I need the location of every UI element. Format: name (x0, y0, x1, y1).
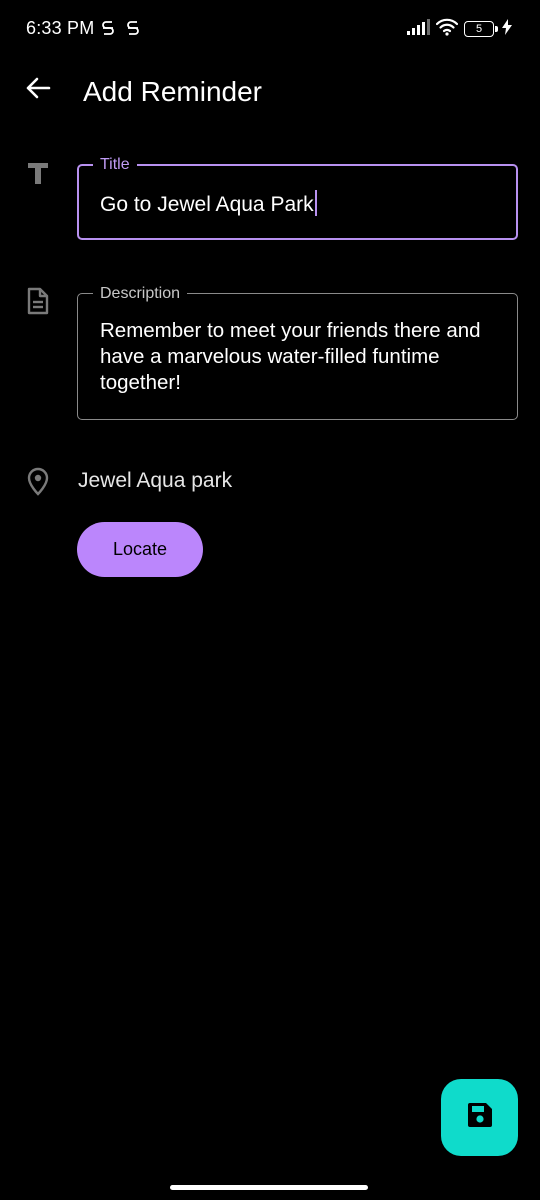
notification-s-icon (101, 19, 115, 37)
gesture-navigation-bar[interactable] (170, 1185, 368, 1190)
signal-icon (406, 18, 430, 40)
charging-bolt-icon (502, 18, 512, 40)
title-field[interactable]: Title Go to Jewel Aqua Park (77, 155, 518, 240)
description-field-label: Description (93, 284, 188, 304)
notification-s-icon (126, 19, 140, 37)
locate-button[interactable]: Locate (77, 522, 203, 577)
status-indicators: 5 (406, 18, 512, 40)
battery-level: 5 (475, 23, 483, 35)
description-field[interactable]: Description Remember to meet your friend… (77, 284, 518, 420)
status-bar: 6:33 PM 5 (0, 0, 540, 58)
location-pin-icon (22, 466, 54, 498)
wifi-icon (435, 18, 459, 41)
title-field-label: Title (93, 155, 137, 175)
status-time: 6:33 PM (26, 18, 95, 38)
title-t-icon (22, 157, 54, 189)
arrow-left-icon (25, 77, 51, 104)
text-cursor (314, 190, 317, 216)
back-button[interactable] (20, 72, 56, 108)
description-input[interactable]: Remember to meet your friends there and … (100, 318, 500, 396)
title-input-value: Go to Jewel Aqua Park (100, 193, 314, 216)
page-title: Add Reminder (83, 76, 262, 107)
battery-icon: 5 (464, 21, 498, 37)
location-value: Jewel Aqua park (78, 469, 233, 492)
document-icon (22, 285, 54, 317)
save-fab-button[interactable] (441, 1079, 518, 1156)
save-icon (466, 1101, 494, 1134)
title-input[interactable]: Go to Jewel Aqua Park (100, 190, 317, 219)
